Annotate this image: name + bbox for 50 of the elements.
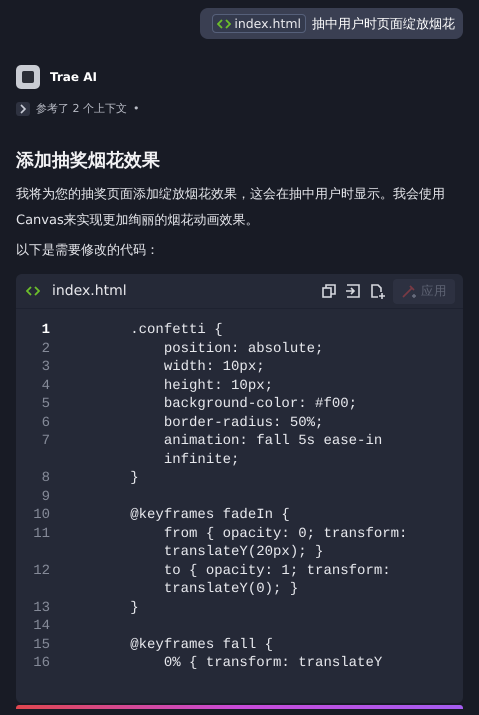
code-line: } (129, 600, 139, 616)
code-line: position: absolute; (162, 340, 324, 356)
assistant-avatar (16, 65, 40, 89)
code-line: translateY(20px); } (162, 544, 324, 560)
code-line: background-color: #f00; (162, 396, 358, 412)
line-number: 3 (40, 358, 50, 376)
message-text: 抽中用户时页面绽放烟花 (312, 16, 455, 32)
line-number: 1 (40, 321, 50, 340)
copy-icon[interactable] (321, 283, 337, 299)
assistant-name: Trae AI (50, 70, 97, 84)
line-number: 15 (32, 636, 50, 654)
code-line: @keyframes fadeIn { (129, 507, 290, 523)
line-number: 5 (40, 395, 50, 414)
chevron-icon[interactable] (16, 102, 30, 116)
magic-wand-icon (401, 283, 417, 299)
line-number: 16 (32, 654, 50, 672)
code-line: @keyframes fall { (129, 636, 274, 652)
code-line: animation: fall 5s ease-in (162, 433, 382, 449)
code-line: 0% { transform: translateY (162, 655, 382, 671)
line-number: 10 (32, 506, 50, 524)
code-line: to { opacity: 1; transform: (162, 562, 391, 578)
line-number: 6 (40, 414, 50, 432)
new-file-icon[interactable] (369, 283, 385, 299)
code-line: height: 10px; (162, 378, 274, 394)
paragraph: 我将为您的抽奖页面添加绽放烟花效果，这会在抽中用户时显示。我会使用Canvas来实现更加绚丽的烟花动画效果。 (16, 186, 446, 230)
line-number: 8 (40, 469, 50, 488)
code-line: translateY(0); } (162, 581, 298, 597)
line-number: 7 (40, 432, 50, 451)
line-number: 13 (32, 598, 50, 617)
code-line: } (129, 470, 139, 486)
line-number: 9 (40, 488, 50, 506)
separator-dot: • (133, 102, 140, 115)
insert-icon[interactable] (345, 283, 361, 299)
code-line: from { opacity: 0; transform: (162, 526, 408, 542)
section-heading: 添加抽奖烟花效果 (16, 149, 161, 172)
code-line: infinite; (162, 452, 240, 468)
line-number: 14 (32, 617, 50, 636)
line-number: 4 (40, 376, 50, 395)
line-number: 11 (32, 524, 50, 544)
context-note[interactable]: 参考了 2 个上下文 (36, 101, 127, 116)
file-chip[interactable]: index.html (212, 14, 306, 33)
code-line: border-radius: 50%; (162, 414, 324, 430)
paragraph: 以下是需要修改的代码： (16, 242, 160, 260)
file-name: index.html (52, 283, 128, 299)
code-line: .confetti { (129, 322, 223, 338)
line-number: 2 (40, 340, 50, 358)
code-icon (217, 18, 232, 30)
code-icon (26, 285, 40, 297)
code-line: width: 10px; (162, 359, 265, 375)
line-number: 12 (32, 562, 50, 580)
